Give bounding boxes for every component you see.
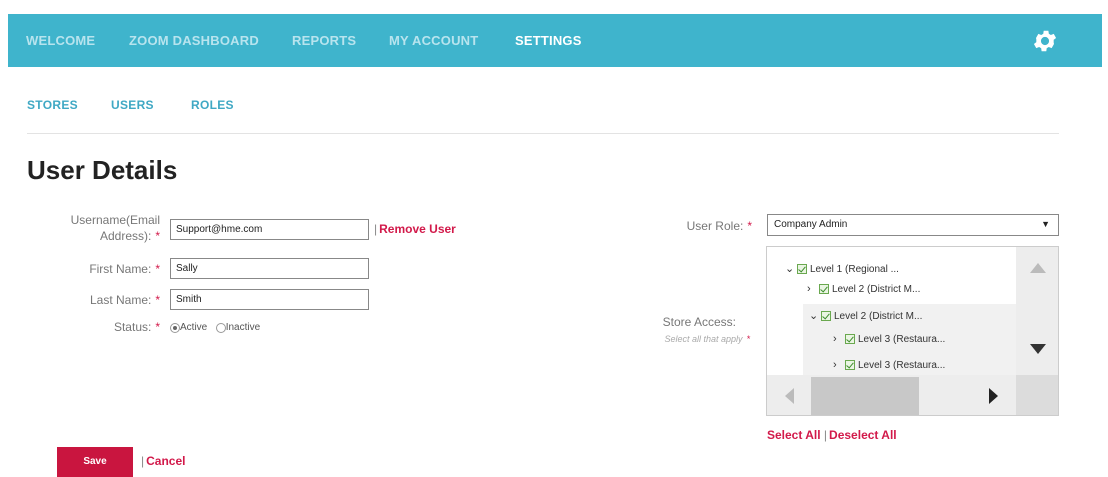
- chevron-down-icon[interactable]: ⌄: [809, 309, 821, 322]
- tree-item[interactable]: › Level 3 (Restaura...: [833, 359, 945, 371]
- store-access-hint-text: Select all that apply: [664, 334, 743, 344]
- dropdown-arrow-icon: ▼: [1041, 219, 1050, 229]
- cancel-link[interactable]: | Cancel: [141, 454, 185, 468]
- tree-item-label: Level 2 (District M...: [834, 311, 923, 322]
- deselect-all-link[interactable]: Deselect All: [829, 428, 897, 442]
- vertical-scrollbar[interactable]: [1016, 247, 1058, 375]
- subnav-users[interactable]: USERS: [111, 98, 154, 112]
- gear-icon[interactable]: [1031, 27, 1059, 55]
- last-name-input[interactable]: [170, 289, 369, 310]
- subnav-divider: [27, 133, 1059, 134]
- last-name-label: Last Name: *: [20, 293, 160, 307]
- tree-item-label: Level 2 (District M...: [832, 284, 921, 295]
- required-marker: *: [155, 293, 160, 307]
- pipe-separator: |: [141, 454, 145, 468]
- tree-checkbox[interactable]: [845, 360, 855, 371]
- required-marker: *: [155, 320, 160, 334]
- user-role-select[interactable]: Company Admin ▼: [767, 214, 1059, 236]
- tree-item[interactable]: › Level 2 (District M...: [807, 283, 920, 295]
- user-role-label-text: User Role:: [686, 219, 744, 233]
- required-marker: *: [155, 229, 160, 243]
- tree-item[interactable]: › Level 3 (Restaura...: [833, 333, 945, 345]
- username-label-text: Username(Email Address):: [70, 213, 160, 243]
- tree-item-label: Level 3 (Restaura...: [858, 360, 946, 371]
- nav-item-zoom-dashboard[interactable]: ZOOM DASHBOARD: [129, 33, 259, 48]
- user-role-label: User Role: *: [620, 219, 752, 233]
- username-label: Username(Email Address): *: [20, 212, 160, 244]
- top-navigation: WELCOME ZOOM DASHBOARD REPORTS MY ACCOUN…: [0, 0, 1108, 80]
- nav-item-my-account[interactable]: MY ACCOUNT: [389, 33, 478, 48]
- status-label-text: Status:: [113, 320, 152, 334]
- status-inactive-label: Inactive: [225, 322, 261, 334]
- pipe-separator: |: [823, 428, 828, 442]
- scroll-left-icon[interactable]: [785, 388, 794, 404]
- first-name-label-text: First Name:: [89, 262, 152, 276]
- chevron-right-icon[interactable]: ›: [833, 333, 845, 345]
- tree-checkbox[interactable]: [819, 284, 829, 295]
- horizontal-scroll-thumb[interactable]: [811, 377, 919, 415]
- tree-checkbox[interactable]: [821, 311, 831, 322]
- username-input[interactable]: [170, 219, 369, 240]
- tree-item[interactable]: ⌄ Level 2 (District M...: [809, 309, 922, 322]
- nav-item-settings[interactable]: SETTINGS: [515, 33, 582, 48]
- tree-item-label: Level 1 (Regional ...: [810, 264, 899, 275]
- nav-item-welcome[interactable]: WELCOME: [26, 33, 95, 48]
- store-access-tree[interactable]: ⌄ Level 1 (Regional ... › Level 2 (Distric…: [766, 246, 1059, 416]
- required-marker: *: [155, 262, 160, 276]
- nav-item-reports[interactable]: REPORTS: [292, 33, 356, 48]
- tree-checkbox[interactable]: [797, 264, 807, 275]
- scroll-up-icon[interactable]: [1030, 263, 1046, 273]
- status-active-label: Active: [180, 322, 208, 334]
- select-deselect-links: Select All | Deselect All: [767, 428, 897, 442]
- tree-checkbox[interactable]: [845, 334, 855, 345]
- subnav-roles[interactable]: ROLES: [191, 98, 234, 112]
- select-all-link[interactable]: Select All: [767, 428, 821, 442]
- status-active-radio[interactable]: [170, 322, 180, 333]
- user-role-selected-value: Company Admin: [774, 219, 848, 230]
- remove-user-link[interactable]: | Remove User: [374, 222, 456, 236]
- cancel-text: Cancel: [146, 454, 186, 468]
- pipe-separator: |: [374, 222, 378, 236]
- scroll-down-icon[interactable]: [1030, 344, 1046, 354]
- required-marker: *: [746, 334, 750, 344]
- scroll-right-icon[interactable]: [989, 388, 998, 404]
- tree-item[interactable]: ⌄ Level 1 (Regional ...: [785, 262, 899, 275]
- save-button[interactable]: Save: [57, 447, 133, 477]
- store-access-hint: Select all that apply *: [600, 334, 750, 344]
- chevron-down-icon[interactable]: ⌄: [785, 262, 797, 275]
- required-marker: *: [747, 219, 752, 233]
- status-radio-group: Active Inactive: [170, 319, 264, 337]
- page-title: User Details: [27, 155, 178, 185]
- first-name-label: First Name: *: [20, 262, 160, 276]
- scrollbar-corner: [1016, 375, 1058, 415]
- subnav-stores[interactable]: STORES: [27, 98, 78, 112]
- horizontal-scrollbar[interactable]: [767, 375, 1016, 415]
- status-inactive-radio[interactable]: [215, 322, 226, 333]
- last-name-label-text: Last Name:: [89, 293, 152, 307]
- chevron-right-icon[interactable]: ›: [833, 359, 845, 371]
- remove-user-text: Remove User: [379, 222, 456, 236]
- store-access-label: Store Access:: [662, 315, 736, 329]
- chevron-right-icon[interactable]: ›: [807, 283, 819, 295]
- status-label: Status: *: [20, 320, 160, 334]
- first-name-input[interactable]: [170, 258, 369, 279]
- tree-item-label: Level 3 (Restaura...: [858, 334, 946, 345]
